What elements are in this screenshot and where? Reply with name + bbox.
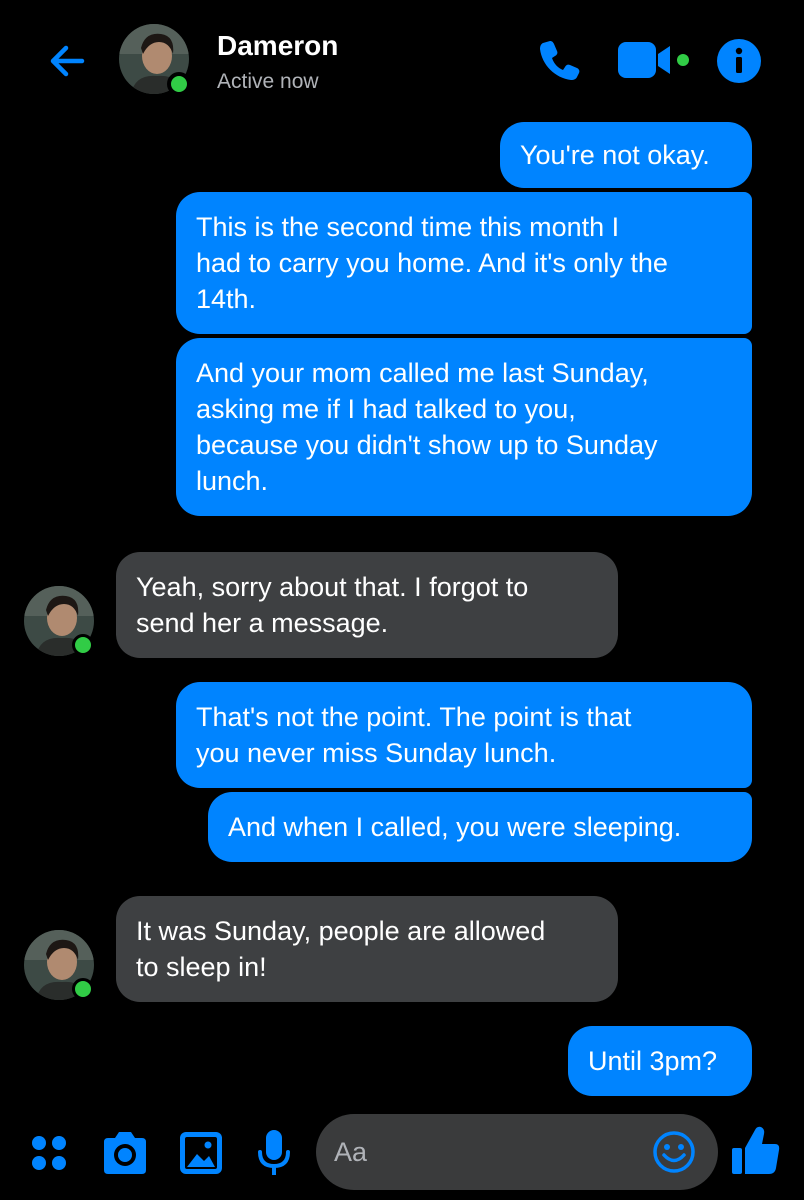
apps-button[interactable] bbox=[28, 1132, 70, 1174]
camera-icon bbox=[104, 1132, 146, 1174]
contact-avatar-small[interactable] bbox=[24, 930, 94, 1000]
gallery-icon bbox=[180, 1132, 222, 1174]
message-input-container[interactable] bbox=[316, 1114, 718, 1190]
microphone-icon bbox=[258, 1130, 290, 1175]
apps-icon bbox=[32, 1136, 66, 1170]
message-incoming[interactable]: It was Sunday, people are allowed to sle… bbox=[116, 896, 618, 1002]
contact-avatar-small[interactable] bbox=[24, 586, 94, 656]
online-status-indicator bbox=[72, 634, 94, 656]
gallery-button[interactable] bbox=[178, 1130, 224, 1176]
like-button[interactable] bbox=[730, 1124, 782, 1178]
smiley-icon bbox=[653, 1131, 695, 1173]
message-input[interactable] bbox=[334, 1114, 644, 1190]
camera-button[interactable] bbox=[100, 1130, 150, 1176]
message-outgoing[interactable]: And when I called, you were sleeping. bbox=[208, 792, 752, 862]
online-status-indicator bbox=[72, 978, 94, 1000]
message-outgoing[interactable]: You're not okay. bbox=[500, 122, 752, 188]
thumbs-up-icon bbox=[732, 1126, 780, 1174]
message-incoming[interactable]: Yeah, sorry about that. I forgot to send… bbox=[116, 552, 618, 658]
message-outgoing[interactable]: Until 3pm? bbox=[568, 1026, 752, 1096]
message-outgoing[interactable]: That's not the point. The point is that … bbox=[176, 682, 752, 788]
message-thread[interactable]: You're not okay. This is the second time… bbox=[0, 0, 804, 1200]
emoji-button[interactable] bbox=[652, 1130, 696, 1174]
message-outgoing[interactable]: This is the second time this month I had… bbox=[176, 192, 752, 334]
message-outgoing[interactable]: And your mom called me last Sunday, aski… bbox=[176, 338, 752, 516]
voice-message-button[interactable] bbox=[256, 1128, 292, 1178]
message-composer bbox=[0, 1108, 804, 1200]
